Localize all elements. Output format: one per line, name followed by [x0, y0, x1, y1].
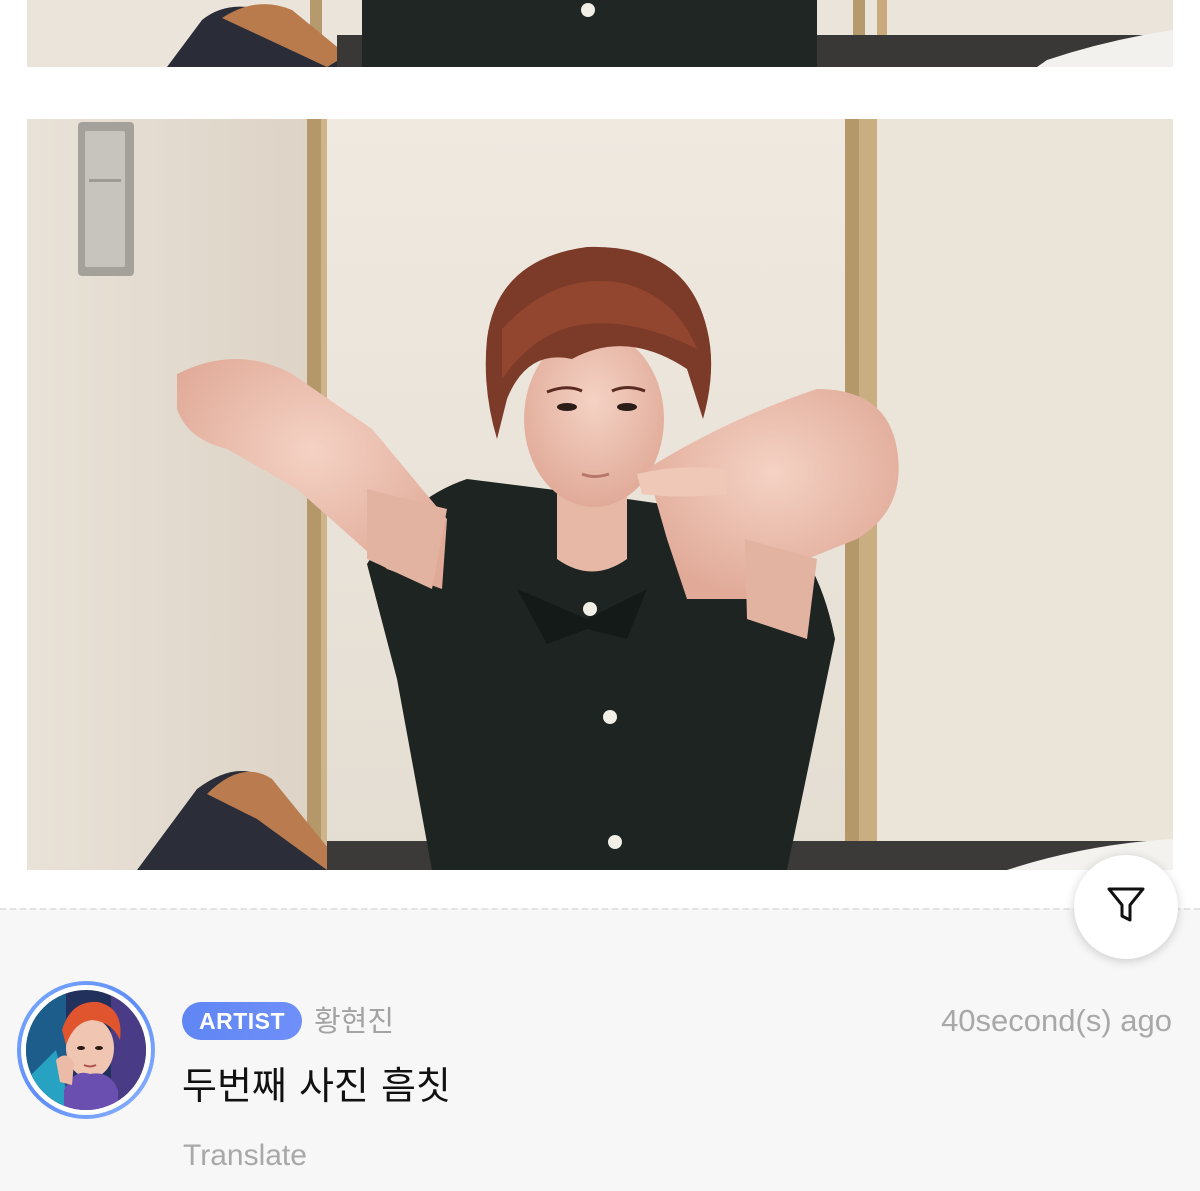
translate-button[interactable]: Translate: [183, 1136, 307, 1176]
filter-funnel-icon: [1106, 886, 1146, 928]
comment-text: 두번째 사진 흠칫: [182, 1064, 451, 1108]
author-name[interactable]: 황현진: [314, 1000, 394, 1042]
author-avatar[interactable]: [17, 981, 155, 1119]
post-photo-partial[interactable]: [27, 0, 1173, 67]
filter-button[interactable]: [1074, 855, 1178, 959]
post-photo[interactable]: [27, 119, 1173, 870]
artist-badge: ARTIST: [182, 1002, 303, 1040]
comment-timestamp: 40second(s) ago: [941, 1003, 1172, 1038]
comment-section: [0, 908, 1200, 1191]
